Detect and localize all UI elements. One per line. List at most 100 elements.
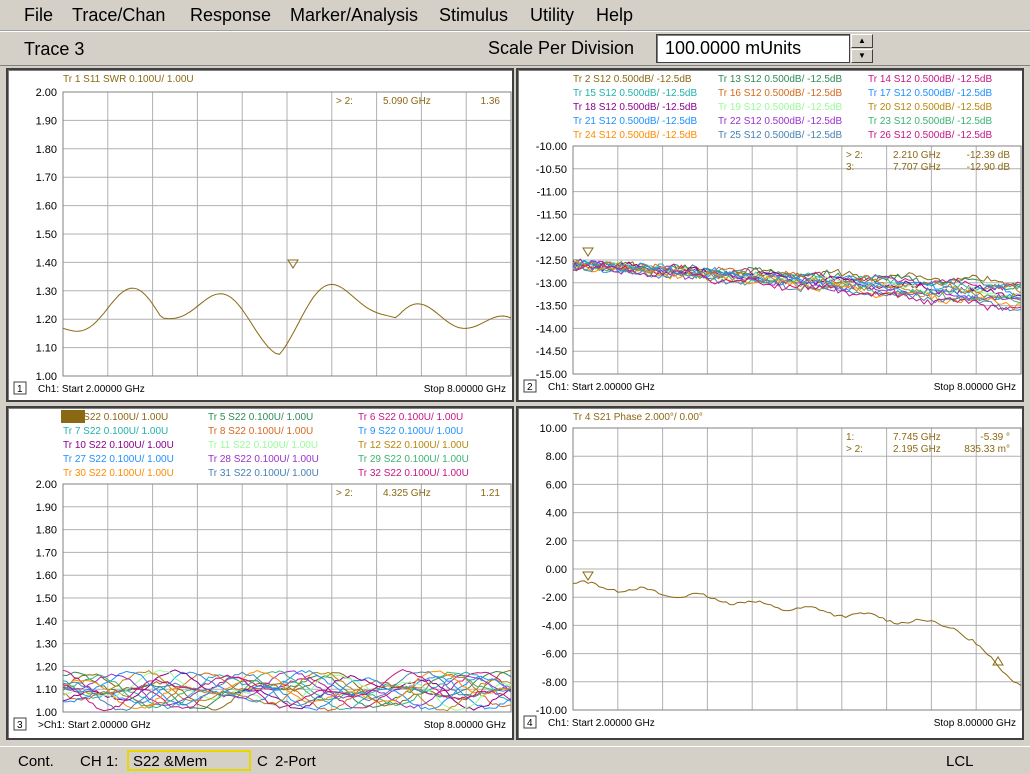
pane-number: 4 [527, 718, 533, 729]
trace-legend-label: Tr 4 S21 Phase 2.000°/ 0.00° [573, 412, 703, 423]
marker-readout-value: 835.33 m° [964, 444, 1010, 455]
marker-readout-value: 1.21 [481, 488, 501, 499]
marker-readout-freq: 5.090 GHz [383, 96, 431, 107]
start-frequency-label: Ch1: Start 2.00000 GHz [38, 384, 145, 395]
y-tick-label: 1.50 [36, 229, 57, 241]
chart-pane-2[interactable]: Tr 2 S12 0.500dB/ -12.5dB Tr 13 S12 0.500… [516, 68, 1024, 402]
start-frequency-label: Ch1: Start 2.00000 GHz [548, 718, 655, 729]
y-tick-label: -6.00 [542, 649, 567, 661]
y-tick-label: 1.40 [36, 616, 57, 628]
chart-workspace: Tr 1 S11 SWR 0.100U/ 1.00U 2.00 1.90 1.80 1.… [0, 66, 1030, 746]
trace-legend-label: Tr 12 S22 0.100U/ 1.00U [358, 440, 469, 451]
trace-legend-label: Tr 8 S22 0.100U/ 1.00U [208, 426, 313, 437]
y-tick-label: 1.30 [36, 639, 57, 651]
chart-svg-3: Tr 3 S22 0.100U/ 1.00U Tr 5 S22 0.100U/ 1… [13, 410, 512, 731]
y-tick-label: 1.90 [36, 502, 57, 514]
y-tick-label: -12.00 [536, 232, 567, 244]
y-tick-label: 1.20 [36, 661, 57, 673]
trace-legend-label: Tr 9 S22 0.100U/ 1.00U [358, 426, 463, 437]
y-tick-label: -15.00 [536, 369, 567, 381]
status-port: 2-Port [275, 753, 316, 770]
y-tick-label: 1.60 [36, 201, 57, 213]
marker-readout-value: -5.39 ° [980, 432, 1010, 443]
menu-marker-analysis[interactable]: Marker/Analysis [290, 5, 418, 26]
menu-file[interactable]: File [24, 5, 53, 26]
status-remote: LCL [946, 753, 974, 770]
y-tick-label: 1.30 [36, 286, 57, 298]
menu-help[interactable]: Help [596, 5, 633, 26]
y-tick-label: -2.00 [542, 592, 567, 604]
y-tick-label: 8.00 [546, 451, 567, 463]
y-tick-label: -13.50 [536, 301, 567, 313]
chart-pane-1[interactable]: Tr 1 S11 SWR 0.100U/ 1.00U 2.00 1.90 1.80 1.… [6, 68, 514, 402]
start-frequency-label: >Ch1: Start 2.00000 GHz [38, 720, 151, 731]
y-tick-label: 1.70 [36, 547, 57, 559]
trace-legend-label: Tr 28 S22 0.100U/ 1.00U [208, 454, 319, 465]
y-tick-label: 0.00 [546, 564, 567, 576]
trace-legend-label: Tr 23 S12 0.500dB/ -12.5dB [868, 116, 992, 127]
y-tick-label: 1.50 [36, 593, 57, 605]
scale-per-division-label: Scale Per Division [488, 38, 635, 58]
scale-spinner: ▲ ▼ [851, 34, 873, 63]
active-trace-title: Trace 3 [24, 39, 85, 59]
menu-stimulus[interactable]: Stimulus [439, 5, 508, 26]
menu-response[interactable]: Response [190, 5, 271, 26]
marker-readout-value: -12.90 dB [967, 162, 1011, 173]
chart-svg-2: Tr 2 S12 0.500dB/ -12.5dB Tr 13 S12 0.500… [523, 74, 1022, 393]
chart-svg-4: Tr 4 S21 Phase 2.000°/ 0.00° 10.00 8.00 6.0… [523, 412, 1022, 729]
trace-legend-label: Tr 22 S12 0.500dB/ -12.5dB [718, 116, 842, 127]
status-measurement[interactable]: S22 &Mem [127, 750, 251, 771]
trace-legend-label: Tr 25 S12 0.500dB/ -12.5dB [718, 130, 842, 141]
y-tick-label: 10.00 [539, 423, 567, 435]
pane-number: 3 [17, 720, 23, 731]
y-tick-label: -14.50 [536, 346, 567, 358]
y-tick-label: -8.00 [542, 677, 567, 689]
stop-frequency-label: Stop 8.00000 GHz [934, 718, 1016, 729]
spin-up-icon[interactable]: ▲ [851, 34, 873, 48]
trace-legend-label: Tr 16 S12 0.500dB/ -12.5dB [718, 88, 842, 99]
y-tick-label: -14.00 [536, 323, 567, 335]
y-tick-label: 1.40 [36, 257, 57, 269]
chart-pane-3[interactable]: Tr 3 S22 0.100U/ 1.00U Tr 5 S22 0.100U/ 1… [6, 406, 514, 740]
marker-readout-value: -12.39 dB [967, 150, 1011, 161]
trace-legend-label: Tr 5 S22 0.100U/ 1.00U [208, 412, 313, 423]
trace-legend-label: Tr 30 S22 0.100U/ 1.00U [63, 468, 174, 479]
trace-legend-label: Tr 6 S22 0.100U/ 1.00U [358, 412, 463, 423]
menu-utility[interactable]: Utility [530, 5, 574, 26]
marker-2-icon [582, 571, 594, 581]
trace-legend-label: Tr 31 S22 0.100U/ 1.00U [208, 468, 319, 479]
y-tick-label: -12.50 [536, 255, 567, 267]
status-sweep-mode[interactable]: Cont. [18, 753, 54, 770]
y-tick-label: -10.50 [536, 164, 567, 176]
trace-legend-label: Tr 2 S12 0.500dB/ -12.5dB [573, 74, 692, 85]
trace-legend-label: Tr 27 S22 0.100U/ 1.00U [63, 454, 174, 465]
y-tick-label: 1.00 [36, 371, 57, 383]
trace-legend-label: Tr 1 S11 SWR 0.100U/ 1.00U [63, 74, 194, 85]
y-tick-label: 2.00 [36, 479, 57, 491]
marker-readout-freq: 7.707 GHz [893, 162, 941, 173]
spin-down-icon[interactable]: ▼ [851, 49, 873, 63]
scale-per-division-input[interactable]: 100.0000 mUnits [656, 34, 850, 63]
trace-legend-label: Tr 20 S12 0.500dB/ -12.5dB [868, 102, 992, 113]
y-tick-label: 1.20 [36, 314, 57, 326]
trace-legend-label: Tr 7 S22 0.100U/ 1.00U [63, 426, 168, 437]
marker-readout-freq: 7.745 GHz [893, 432, 941, 443]
chart-svg-1: Tr 1 S11 SWR 0.100U/ 1.00U 2.00 1.90 1.80 1.… [13, 74, 512, 395]
menu-trace-chan[interactable]: Trace/Chan [72, 5, 165, 26]
y-tick-label: 1.10 [36, 684, 57, 696]
chart-pane-4[interactable]: Tr 4 S21 Phase 2.000°/ 0.00° 10.00 8.00 6.0… [516, 406, 1024, 740]
trace-legend-label: Tr 21 S12 0.500dB/ -12.5dB [573, 116, 697, 127]
marker-readout-id: > 2: [846, 150, 863, 161]
y-tick-label: -10.00 [536, 705, 567, 717]
y-tick-label: 1.60 [36, 570, 57, 582]
scale-toolbar: Trace 3 Scale Per Division 100.0000 mUni… [0, 31, 1030, 66]
trace-legend-label: Tr 26 S12 0.500dB/ -12.5dB [868, 130, 992, 141]
trace-legend-label: Tr 14 S12 0.500dB/ -12.5dB [868, 74, 992, 85]
pane-number: 2 [527, 382, 533, 393]
trace-legend-label: Tr 32 S22 0.100U/ 1.00U [358, 468, 469, 479]
y-tick-label: -13.00 [536, 278, 567, 290]
y-tick-label: 2.00 [546, 536, 567, 548]
stop-frequency-label: Stop 8.00000 GHz [424, 720, 506, 731]
trace-legend-label: Tr 15 S12 0.500dB/ -12.5dB [573, 88, 697, 99]
marker-readout-id: > 2: [336, 96, 353, 107]
